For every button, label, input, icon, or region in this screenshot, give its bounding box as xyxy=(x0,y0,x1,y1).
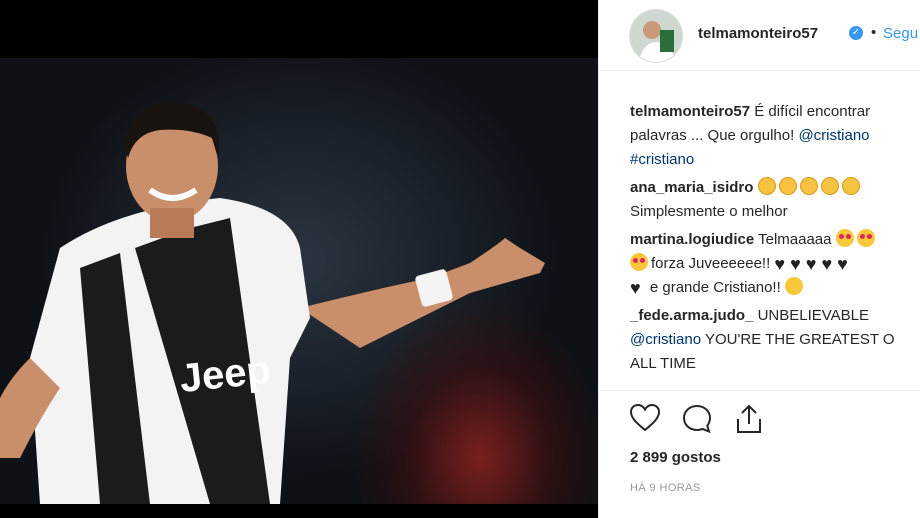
clap-emoji-icon xyxy=(757,177,863,196)
comment-text: forza Juveeeeee!! xyxy=(651,255,771,272)
post-photo[interactable]: Jeep xyxy=(0,0,598,518)
like-count[interactable]: 2 899 gostos xyxy=(630,449,721,466)
verified-badge-icon: ✓ xyxy=(849,26,863,40)
heart-eyes-emoji-icon xyxy=(630,253,648,271)
hashtag-link[interactable]: #cristiano xyxy=(630,151,694,168)
comment-username[interactable]: telmamonteiro57 xyxy=(630,103,750,120)
comment-username[interactable]: martina.logiudice xyxy=(630,231,754,248)
caption-text: É difícil encontrar xyxy=(754,103,871,120)
comment-text: e grande Cristiano!! xyxy=(649,279,781,296)
black-heart-emoji-icon: ♥ ♥ ♥ ♥ ♥ xyxy=(774,254,848,274)
caption-text: palavras ... Que orgulho! xyxy=(630,127,795,144)
heart-icon[interactable] xyxy=(629,403,661,433)
comment-text: UNBELIEVABLE xyxy=(757,307,870,324)
header-username[interactable]: telmamonteiro57 xyxy=(698,25,818,42)
list-item: ana_maria_isidro Simplesmente o melhor xyxy=(630,176,920,224)
avatar[interactable] xyxy=(629,9,683,63)
comment-icon[interactable] xyxy=(681,403,713,435)
heart-eyes-emoji-icon xyxy=(856,229,875,247)
comment-text: YOU'RE THE GREATEST O xyxy=(705,331,895,348)
comment-username[interactable]: ana_maria_isidro xyxy=(630,179,753,196)
list-item: martina.logiudice Telmaaaaa forza Juveee… xyxy=(630,228,920,300)
comment-text: Telmaaaaa xyxy=(758,231,832,248)
post-timestamp[interactable]: HÁ 9 HORAS xyxy=(630,482,701,494)
heart-eyes-emoji-icon xyxy=(835,229,854,247)
share-icon[interactable] xyxy=(733,403,765,435)
follow-button[interactable]: Segu xyxy=(883,25,918,42)
comments-list: telmamonteiro57 É difícil encontrar pala… xyxy=(630,100,920,380)
divider xyxy=(599,390,920,391)
caption: telmamonteiro57 É difícil encontrar pala… xyxy=(630,100,920,172)
black-heart-emoji-icon: ♥ xyxy=(630,278,641,298)
player-illustration: Jeep xyxy=(0,102,545,504)
comment-username[interactable]: _fede.arma.judo_ xyxy=(630,307,753,324)
list-item: _fede.arma.judo_ UNBELIEVABLE @cristiano… xyxy=(630,304,920,376)
post-sidebar: telmamonteiro57 ✓ • Segu telmamonteiro57… xyxy=(598,0,920,518)
wink-emoji-icon xyxy=(784,277,803,295)
mention-link[interactable]: @cristiano xyxy=(798,127,869,144)
mention-link[interactable]: @cristiano xyxy=(630,331,701,348)
header-separator: • xyxy=(871,24,877,41)
post-header: telmamonteiro57 ✓ • Segu xyxy=(599,0,920,71)
comment-text: ALL TIME xyxy=(630,355,696,372)
comment-text: Simplesmente o melhor xyxy=(630,203,788,220)
